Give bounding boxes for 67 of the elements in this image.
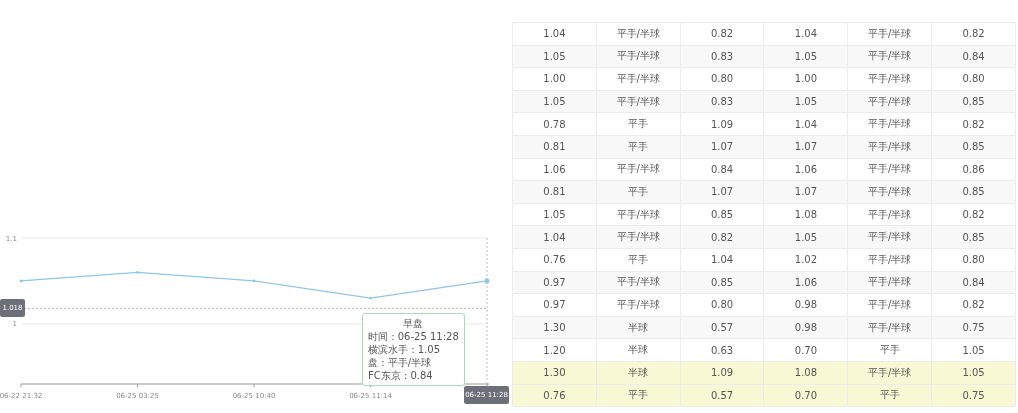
table-cell: 平手/半球	[847, 67, 932, 91]
tooltip-text: 时间 : 06-25 11:28	[368, 330, 459, 343]
table-cell: 1.05	[512, 203, 597, 226]
table-cell: 平手/半球	[847, 22, 932, 46]
table-cell: 0.98	[764, 293, 848, 317]
table-cell: 1.08	[764, 203, 848, 226]
table-cell: 平手/半球	[847, 293, 932, 317]
table-cell: 0.84	[680, 158, 764, 181]
table-cell: 平手/半球	[596, 293, 681, 317]
table-cell: 1.09	[680, 112, 764, 136]
tooltip-text: FC东京 : 0.84	[368, 369, 434, 382]
table-cell: 平手	[596, 112, 681, 136]
table-cell: 1.00	[764, 67, 848, 91]
table-cell: 平手/半球	[596, 22, 681, 46]
table-cell: 0.80	[931, 248, 1016, 272]
tooltip-text: 横滨水手 : 1.05	[368, 343, 441, 356]
table-cell: 0.82	[680, 22, 764, 46]
table-cell: 0.80	[931, 67, 1016, 91]
table-cell: 0.70	[764, 338, 848, 362]
table-cell: 1.30	[512, 316, 597, 339]
table-cell: 1.04	[512, 225, 597, 249]
table-cell: 0.81	[512, 135, 597, 159]
table-cell: 1.04	[680, 248, 764, 272]
table-cell: 平手/半球	[847, 112, 932, 136]
table-cell: 0.82	[931, 112, 1016, 136]
table-cell: 平手/半球	[596, 67, 681, 91]
table-cell: 1.05	[512, 90, 597, 113]
table-cell: 0.82	[931, 203, 1016, 226]
table-cell: 1.04	[512, 22, 597, 46]
table-cell: 平手/半球	[596, 158, 681, 181]
table-cell: 0.63	[680, 338, 764, 362]
table-cell: 1.02	[764, 248, 848, 272]
table-cell: 0.97	[512, 293, 597, 317]
table-cell: 平手/半球	[596, 203, 681, 226]
table-cell: 1.20	[512, 338, 597, 362]
table-cell: 0.85	[680, 203, 764, 226]
data-point	[136, 270, 139, 274]
table-cell: 0.86	[931, 158, 1016, 181]
table-cell: 0.78	[512, 112, 597, 136]
table-cell: 1.30	[512, 361, 597, 384]
tooltip-text: 盘 : 平手/半球	[368, 356, 433, 369]
table-cell: 0.82	[931, 293, 1016, 317]
data-point	[369, 296, 372, 300]
table-cell: 0.76	[512, 384, 597, 407]
table-cell: 0.80	[680, 293, 764, 317]
table-cell: 0.81	[512, 180, 597, 204]
table-cell: 0.76	[512, 248, 597, 272]
table-cell: 0.82	[931, 22, 1016, 46]
table-cell: 1.06	[512, 158, 597, 181]
table-cell: 0.97	[512, 271, 597, 294]
table-cell: 0.80	[680, 67, 764, 91]
table-cell: 平手/半球	[847, 158, 932, 181]
table-cell: 半球	[596, 338, 681, 362]
table-cell: 1.04	[764, 22, 848, 46]
data-point	[252, 279, 256, 283]
table-cell: 平手	[847, 338, 932, 362]
table-cell: 1.05	[931, 338, 1016, 362]
table-cell: 平手/半球	[847, 203, 932, 226]
table-cell: 1.04	[764, 112, 848, 136]
data-point	[484, 278, 490, 284]
data-point	[19, 279, 23, 283]
table-cell: 平手/半球	[847, 248, 932, 272]
table-cell: 1.06	[764, 158, 848, 181]
table-cell: 1.00	[512, 67, 597, 91]
table-cell: 平手	[596, 248, 681, 272]
tooltip-title: 早盘	[402, 317, 425, 330]
table-cell: 1.05	[512, 45, 597, 68]
